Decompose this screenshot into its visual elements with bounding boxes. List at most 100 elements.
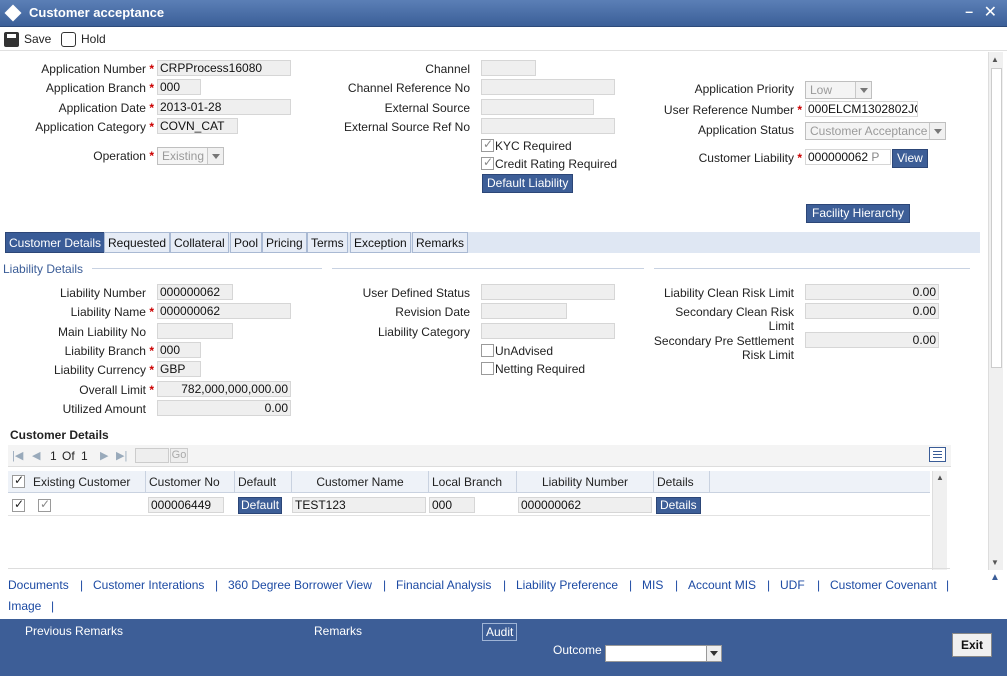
close-icon[interactable]: ✕ [984,2,997,22]
channel-ref-field[interactable] [481,79,615,95]
link-image[interactable]: Image [8,599,41,613]
go-button[interactable]: Go [170,448,188,463]
row-select-checkbox[interactable] [12,497,25,512]
column-list-icon[interactable] [929,447,946,462]
link-360-borrower-view[interactable]: 360 Degree Borrower View [228,578,372,592]
kyc-checkbox[interactable] [481,137,494,152]
exit-button[interactable]: Exit [952,633,992,657]
minimize-icon[interactable]: – [965,3,973,19]
liability-currency-field[interactable]: GBP [157,361,201,377]
last-page-icon[interactable]: ▶| [116,449,127,462]
save-button[interactable]: Save [4,30,51,48]
operation-select[interactable]: Existing [157,147,224,165]
customer-name-cell[interactable]: TEST123 [292,497,426,513]
remarks-label[interactable]: Remarks [314,624,362,638]
col-customer-no[interactable]: Customer No [146,471,235,493]
revision-date-field[interactable] [481,303,567,319]
tab-pool[interactable]: Pool [230,232,263,253]
sec-clean-field[interactable]: 0.00 [805,303,939,319]
outcome-select[interactable] [605,645,722,662]
toolbar: Save Hold [0,27,1007,51]
unadvised-checkbox[interactable] [481,344,494,357]
save-icon [4,31,19,47]
tab-remarks[interactable]: Remarks [412,232,469,253]
user-ref-label: User Reference Number * [663,103,802,117]
liability-name-field[interactable]: 000000062 [157,303,291,319]
tab-terms[interactable]: Terms [307,232,348,253]
tab-collateral[interactable]: Collateral [170,232,229,253]
liability-category-field[interactable] [481,323,615,339]
sec-clean-label: Secondary Clean Risk [675,305,794,319]
tab-customer-details[interactable]: Customer Details [5,232,106,253]
liability-number-field[interactable]: 000000062 [157,284,233,300]
utilized-field[interactable]: 0.00 [157,400,291,416]
select-all-checkbox[interactable] [12,473,25,488]
outcome-label: Outcome [553,643,602,657]
first-page-icon[interactable]: |◀ [12,449,23,462]
link-financial-analysis[interactable]: Financial Analysis [396,578,491,592]
scroll-up-icon[interactable]: ▲ [936,473,944,482]
ext-source-field[interactable] [481,99,594,115]
link-customer-interations[interactable]: Customer Interations [93,578,204,592]
scroll-up-icon[interactable]: ▲ [991,55,999,64]
scroll-down-icon[interactable]: ▼ [991,558,999,567]
overall-limit-field[interactable]: 782,000,000,000.00 [157,381,291,397]
grid-scrollbar[interactable]: ▲ [932,471,947,570]
user-status-field[interactable] [481,284,615,300]
liability-branch-field[interactable]: 000 [157,342,201,358]
netting-checkbox[interactable] [481,362,494,375]
default-liability-button[interactable]: Default Liability [482,174,574,193]
status-select[interactable]: Customer Acceptance [805,122,946,140]
scroll-thumb[interactable] [991,68,1002,368]
collapse-icon[interactable]: ▲ [990,572,1000,583]
of-label: Of [62,449,75,463]
priority-select[interactable]: Low [805,81,872,99]
tab-exception[interactable]: Exception [350,232,411,253]
link-customer-covenant[interactable]: Customer Covenant [830,578,937,592]
view-button[interactable]: View [892,149,928,168]
link-liability-preference[interactable]: Liability Preference [516,578,618,592]
sec-pre-field[interactable]: 0.00 [805,332,939,348]
next-page-icon[interactable]: ▶ [100,449,108,462]
user-ref-field[interactable]: 000ELCM1302802JC [805,101,918,117]
clean-risk-field[interactable]: 0.00 [805,284,939,300]
hold-button[interactable]: Hold [61,30,106,48]
facility-hierarchy-button[interactable]: Facility Hierarchy [806,204,911,223]
default-button[interactable]: Default [238,497,283,514]
local-branch-cell[interactable]: 000 [429,497,475,513]
link-udf[interactable]: UDF [780,578,805,592]
app-number-field[interactable]: CRPProcess16080 [157,60,291,76]
link-mis[interactable]: MIS [642,578,663,592]
ext-source-ref-field[interactable] [481,118,615,134]
link-documents[interactable]: Documents [8,578,69,592]
prev-page-icon[interactable]: ◀ [32,449,40,462]
tab-requested[interactable]: Requested [104,232,171,253]
liability-number-cell[interactable]: 000000062 [518,497,652,513]
app-category-field[interactable]: COVN_CAT [157,118,238,134]
previous-remarks-label[interactable]: Previous Remarks [25,624,123,638]
credit-rating-checkbox[interactable] [481,155,494,170]
main-scrollbar[interactable]: ▲ ▼ [988,52,1003,570]
col-details[interactable]: Details [654,471,710,493]
customer-no-cell[interactable]: 000006449 [148,497,224,513]
col-local-branch[interactable]: Local Branch [429,471,517,493]
main-liability-field[interactable] [157,323,233,339]
col-default[interactable]: Default [235,471,292,493]
priority-label: Application Priority [694,82,794,96]
table-row[interactable]: 000006449 Default TEST123 000 000000062 … [8,494,930,516]
app-date-field[interactable]: 2013-01-28 [157,99,291,115]
app-branch-field[interactable]: 000 [157,79,201,95]
tab-pricing[interactable]: Pricing [262,232,307,253]
col-existing-customer[interactable]: Existing Customer [28,471,146,493]
details-button[interactable]: Details [656,497,701,514]
grid-pager: |◀ ◀ 1 Of 1 ▶ ▶| Go [8,445,951,467]
link-account-mis[interactable]: Account MIS [688,578,756,592]
channel-field[interactable] [481,60,536,76]
col-customer-name[interactable]: Customer Name [292,471,429,493]
col-liability-number[interactable]: Liability Number [517,471,654,493]
page-input[interactable] [135,448,169,463]
existing-customer-checkbox[interactable] [38,497,51,512]
cust-liability-field[interactable]: 000000062 P [805,149,891,165]
liability-branch-label: Liability Branch * [64,344,154,358]
audit-button[interactable]: Audit [482,623,518,641]
